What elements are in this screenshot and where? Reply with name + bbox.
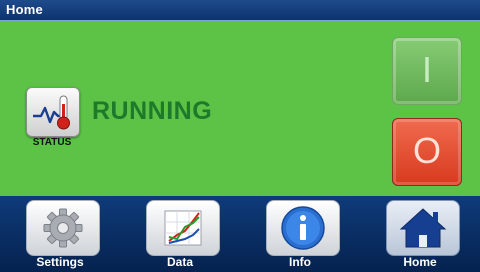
home-button[interactable] bbox=[386, 200, 460, 256]
chart-icon bbox=[164, 210, 202, 246]
window-title: Home bbox=[6, 2, 43, 17]
running-state-text: RUNNING bbox=[92, 97, 213, 125]
tab-home[interactable]: Home bbox=[372, 198, 468, 270]
status-button[interactable] bbox=[26, 87, 80, 137]
start-glyph: I bbox=[421, 49, 432, 90]
tab-label: Settings bbox=[36, 255, 84, 269]
tab-info[interactable]: Info bbox=[252, 198, 348, 270]
tab-label: Home bbox=[403, 255, 437, 269]
stop-button[interactable]: O bbox=[392, 118, 462, 186]
tab-data[interactable]: Data bbox=[132, 198, 228, 270]
home-icon bbox=[399, 208, 447, 248]
tab-label: Info bbox=[289, 255, 311, 269]
status-label: STATUS bbox=[32, 137, 72, 148]
data-button[interactable] bbox=[146, 200, 220, 256]
tab-settings[interactable]: Settings bbox=[12, 198, 108, 270]
title-bar: Home bbox=[0, 0, 480, 21]
bottom-nav: Settings Data Info Home bbox=[0, 196, 480, 272]
start-button[interactable]: I bbox=[392, 37, 462, 105]
info-button[interactable] bbox=[266, 200, 340, 256]
stop-glyph: O bbox=[412, 130, 441, 171]
thermometer-pulse-icon bbox=[33, 95, 70, 130]
info-icon bbox=[281, 206, 325, 250]
tab-label: Data bbox=[166, 255, 193, 269]
gear-icon bbox=[43, 208, 83, 248]
settings-button[interactable] bbox=[26, 200, 100, 256]
